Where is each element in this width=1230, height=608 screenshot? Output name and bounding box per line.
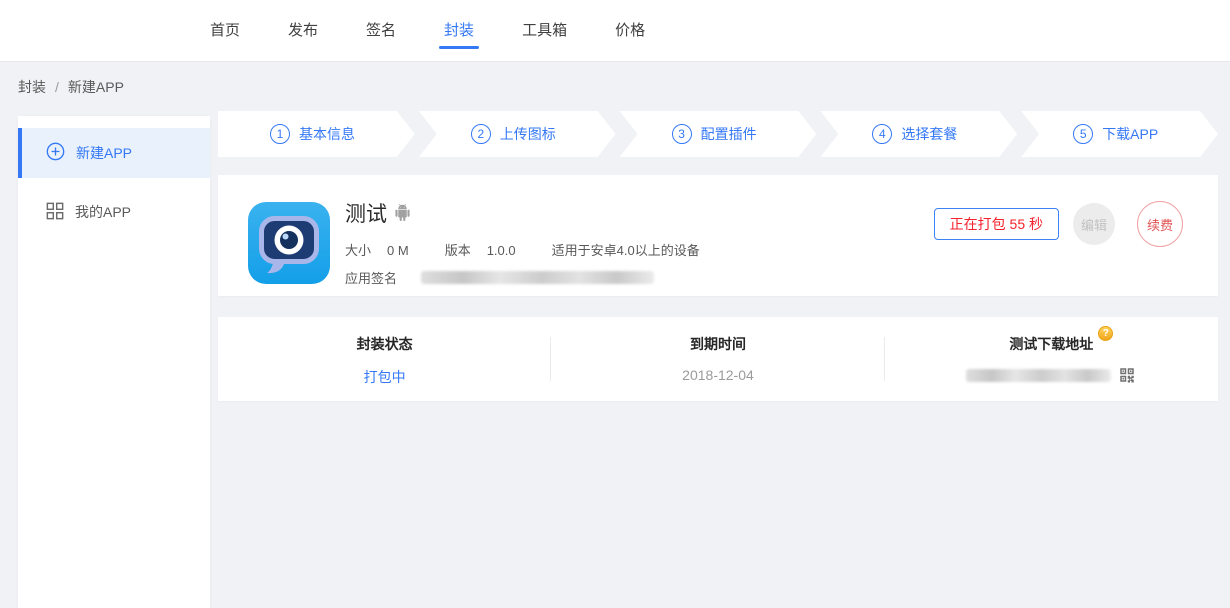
breadcrumb: 封装 / 新建APP: [0, 62, 1230, 111]
breadcrumb-separator: /: [55, 79, 59, 95]
app-actions: 正在打包 55 秒 编辑 续费: [934, 200, 1183, 248]
renew-button[interactable]: 续费: [1137, 201, 1183, 247]
step-select-plan[interactable]: 4 选择套餐: [820, 111, 1017, 157]
plus-circle-icon: [46, 142, 65, 164]
sidebar: 新建APP 我的APP: [18, 116, 210, 608]
nav-tab-sign[interactable]: 签名: [366, 21, 396, 41]
nav-tab-home[interactable]: 首页: [210, 21, 240, 41]
app-icon: [248, 202, 330, 284]
step-number-badge: 4: [872, 124, 892, 144]
status-label: 封装状态: [357, 334, 413, 354]
status-col-package-state: 封装状态 打包中: [218, 317, 551, 401]
breadcrumb-item-package[interactable]: 封装: [18, 77, 46, 97]
redacted-signature: [421, 271, 654, 284]
android-icon: [394, 204, 411, 226]
step-upload-icon[interactable]: 2 上传图标: [419, 111, 616, 157]
status-label: 测试下载地址 ?: [1009, 334, 1093, 354]
top-nav: 首页 发布 签名 封装 工具箱 价格: [0, 0, 1230, 62]
breadcrumb-item-new-app: 新建APP: [68, 77, 124, 97]
step-number-badge: 5: [1073, 124, 1093, 144]
step-number-badge: 3: [672, 124, 692, 144]
step-number-badge: 1: [270, 124, 290, 144]
app-title: 测试: [345, 203, 387, 227]
step-basic-info[interactable]: 1 基本信息: [218, 111, 415, 157]
step-label: 配置插件: [701, 124, 757, 144]
sidebar-item-label: 我的APP: [75, 202, 131, 222]
nav-tab-publish[interactable]: 发布: [288, 21, 318, 41]
sidebar-item-my-app[interactable]: 我的APP: [18, 187, 210, 237]
coin-question-icon[interactable]: ?: [1098, 326, 1113, 341]
step-label: 选择套餐: [901, 124, 957, 144]
qr-code-icon[interactable]: [1118, 366, 1136, 384]
signature-label: 应用签名: [345, 268, 397, 287]
step-label: 下载APP: [1102, 124, 1158, 144]
packing-status-button[interactable]: 正在打包 55 秒: [934, 208, 1059, 240]
step-configure-plugins[interactable]: 3 配置插件: [620, 111, 817, 157]
sidebar-item-label: 新建APP: [76, 143, 132, 163]
edit-button[interactable]: 编辑: [1073, 203, 1115, 245]
grid-icon: [46, 202, 64, 223]
step-download-app[interactable]: 5 下载APP: [1021, 111, 1218, 157]
nav-tab-toolbox[interactable]: 工具箱: [522, 21, 567, 41]
step-number-badge: 2: [471, 124, 491, 144]
app-card: 测试 大小0 M 版本1.0.0 适用于安卓4.0以上的设备 应用签名 正在打包…: [218, 175, 1218, 296]
app-version: 版本1.0.0: [445, 240, 516, 259]
redacted-download-url: [966, 369, 1111, 382]
steps-bar: 1 基本信息 2 上传图标 3 配置插件 4 选择套餐 5 下载APP: [218, 111, 1218, 157]
sidebar-item-new-app[interactable]: 新建APP: [18, 128, 210, 178]
status-label: 到期时间: [690, 334, 746, 354]
package-state-value: 打包中: [218, 367, 551, 387]
step-label: 上传图标: [500, 124, 556, 144]
nav-tab-package[interactable]: 封装: [444, 21, 474, 41]
app-size: 大小0 M: [345, 240, 409, 259]
status-col-download-url: 测试下载地址 ?: [885, 317, 1218, 401]
status-card: 封装状态 打包中 到期时间 2018-12-04 测试下载地址 ?: [218, 317, 1218, 401]
nav-tab-price[interactable]: 价格: [615, 21, 645, 41]
status-col-expiry: 到期时间 2018-12-04: [551, 317, 884, 401]
expiry-date-value: 2018-12-04: [551, 367, 884, 383]
app-compatibility: 适用于安卓4.0以上的设备: [552, 240, 700, 259]
step-label: 基本信息: [299, 124, 355, 144]
